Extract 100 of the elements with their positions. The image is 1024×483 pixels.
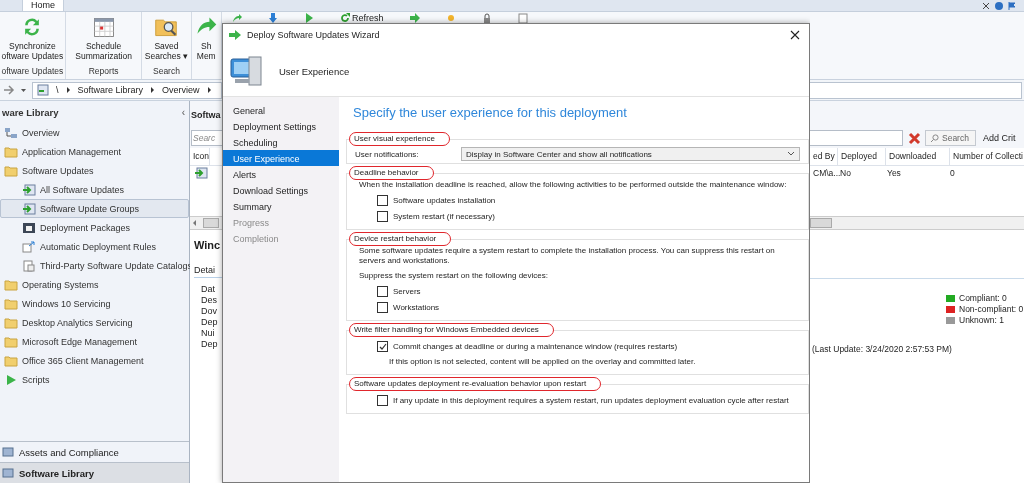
tree-item[interactable]: Overview xyxy=(0,123,189,142)
page-title: User Experience xyxy=(279,65,350,77)
tree-nodes-icon xyxy=(4,126,18,139)
column-header[interactable]: Deployed xyxy=(838,148,886,165)
description-text: Some software updates require a system restart to complete the installation process. You can suppress this restart on servers and workstations. xyxy=(359,246,776,266)
play-icon xyxy=(4,373,18,386)
query-field[interactable] xyxy=(810,130,903,146)
folder-icon xyxy=(4,316,18,329)
ribbon-button[interactable]: Schedule Summarization xyxy=(69,12,138,66)
refresh-icon xyxy=(340,12,350,23)
wizard-step[interactable]: Summary xyxy=(223,198,339,214)
folder-icon xyxy=(4,164,18,177)
add-criteria-button[interactable]: Add Crit xyxy=(978,133,1016,143)
scrollbar-thumb[interactable] xyxy=(203,218,219,228)
tree-item[interactable]: Scripts xyxy=(0,370,189,389)
close-icon xyxy=(790,30,800,40)
scroll-left-icon[interactable] xyxy=(192,220,197,226)
tree-item[interactable]: Software Updates xyxy=(0,161,189,180)
checkbox-label: Commit changes at deadline or during a maintenance window (requires restarts) xyxy=(393,342,678,351)
ribbon-button[interactable]: Saved Searches ▾ xyxy=(142,12,191,66)
wizard-step[interactable]: Scheduling xyxy=(223,134,339,150)
checkbox[interactable] xyxy=(377,341,388,352)
folder-icon xyxy=(4,145,18,158)
folder-icon xyxy=(4,278,18,291)
workspace-button[interactable]: Software Library xyxy=(0,462,189,483)
document-arrow-icon xyxy=(22,240,36,253)
pane-title: ware Library xyxy=(2,106,59,118)
checkbox[interactable] xyxy=(377,195,388,206)
chevron-right-icon xyxy=(206,87,212,93)
clear-button[interactable] xyxy=(906,130,922,146)
workspace-icon xyxy=(2,467,14,479)
column-header[interactable]: Number of Collecti xyxy=(950,148,1024,165)
lock-icon[interactable] xyxy=(481,12,492,23)
tree-item[interactable]: All Software Updates xyxy=(0,180,189,199)
column-header[interactable]: ed By xyxy=(810,148,838,165)
checkbox-label: Workstations xyxy=(393,303,440,312)
property-label: Dov xyxy=(201,306,218,316)
wizard-step[interactable]: User Experience xyxy=(223,150,339,166)
chevron-right-icon xyxy=(65,87,71,93)
page-heading: Specify the user experience for this deployment xyxy=(353,105,628,120)
close-icon[interactable] xyxy=(982,1,990,10)
refresh-button[interactable]: Refresh xyxy=(340,12,384,23)
wizard-step[interactable]: Deployment Settings xyxy=(223,118,339,134)
checkbox[interactable] xyxy=(377,395,388,406)
field-label: User notifications: xyxy=(355,149,420,159)
checkbox-label: Servers xyxy=(393,287,421,296)
right-arrow-icon[interactable] xyxy=(409,12,420,23)
breadcrumb-item[interactable]: \ xyxy=(56,85,59,95)
legend-label: Unknown: 1 xyxy=(959,315,1004,325)
ribbon-button[interactable]: Synchronize oftware Updates xyxy=(0,12,65,66)
pane-title: Softwa xyxy=(190,101,222,128)
ribbon-tab[interactable]: Home xyxy=(22,0,64,11)
notifications-dropdown[interactable]: Display in Software Center and show all notifications xyxy=(461,147,800,161)
folder-icon xyxy=(4,335,18,348)
scrollbar-thumb[interactable] xyxy=(810,218,832,228)
tree-item[interactable]: Automatic Deployment Rules xyxy=(0,237,189,256)
ribbon-group-label: oftware Updates xyxy=(1,66,64,78)
tree-item[interactable]: Windows 10 Servicing xyxy=(0,294,189,313)
package-icon xyxy=(22,221,36,234)
tree-item[interactable]: Desktop Analytics Servicing xyxy=(0,313,189,332)
calendar-icon xyxy=(91,15,116,39)
forward-arrow-icon[interactable] xyxy=(3,84,15,96)
wizard-step[interactable]: Alerts xyxy=(223,166,339,182)
collapse-button[interactable]: ‹ xyxy=(181,106,185,118)
checkbox-label: System restart (if necessary) xyxy=(393,212,495,221)
window-title: Deploy Software Updates Wizard xyxy=(247,30,380,40)
checkbox-label: Software updates installation xyxy=(393,196,496,205)
tree-item[interactable]: Application Management xyxy=(0,142,189,161)
wizard-step[interactable]: General xyxy=(223,102,339,118)
tree-item[interactable]: Deployment Packages xyxy=(0,218,189,237)
flag-icon[interactable] xyxy=(1008,1,1016,10)
note-text: If this option is not selected, content will be applied on the overlay and committed later. xyxy=(389,357,697,367)
tree-item[interactable]: Microsoft Edge Management xyxy=(0,332,189,351)
tree-item[interactable]: Office 365 Client Management xyxy=(0,351,189,370)
folder-icon xyxy=(4,297,18,310)
query-field[interactable]: Searc xyxy=(191,130,222,146)
folder-icon xyxy=(4,354,18,367)
ribbon-group-label: Search xyxy=(153,66,180,78)
close-icon xyxy=(907,131,921,145)
workspace-icon xyxy=(2,446,14,458)
details-title: Winc xyxy=(194,239,222,251)
property-label: Dep xyxy=(201,317,219,327)
play-icon[interactable] xyxy=(304,12,314,23)
checkbox[interactable] xyxy=(377,302,388,313)
checkbox[interactable] xyxy=(377,286,388,297)
checkbox[interactable] xyxy=(377,211,388,222)
arrow-icon[interactable] xyxy=(232,12,242,23)
tree-item[interactable]: Software Update Groups xyxy=(0,199,189,218)
table-cell-text: Yes xyxy=(886,168,902,178)
wizard-step[interactable]: Download Settings xyxy=(223,182,339,198)
legend-label: Non-compliant: 0 xyxy=(959,304,1024,314)
breadcrumb-item[interactable]: Overview xyxy=(162,85,200,95)
ribbon-button[interactable]: Sh Mem xyxy=(191,12,221,79)
tree-item[interactable]: Operating Systems xyxy=(0,275,189,294)
column-header[interactable]: Downloaded xyxy=(886,148,950,165)
column-header[interactable]: Icon xyxy=(190,148,211,165)
search-button[interactable]: Search xyxy=(925,130,976,146)
dropdown-icon[interactable] xyxy=(21,87,26,93)
breadcrumb-item[interactable]: Software Library xyxy=(77,85,144,95)
download-arrow-icon[interactable] xyxy=(268,12,278,23)
